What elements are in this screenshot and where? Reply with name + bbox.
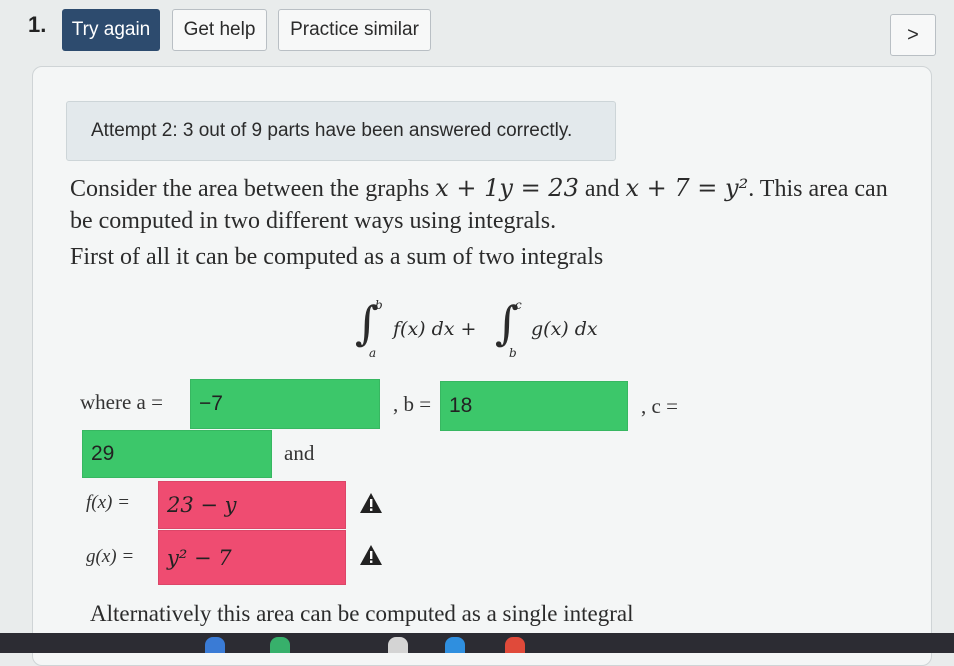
c-answer-value: 29 [91, 442, 115, 465]
a-answer-value: −7 [199, 392, 223, 415]
problem-line-2: be computed in two different ways using … [70, 208, 557, 234]
a-answer-field[interactable]: −7 [190, 379, 380, 429]
taskbar-app-icon[interactable] [270, 637, 290, 653]
g-answer-field[interactable]: y² − 7 [158, 530, 346, 585]
integral-lower-2: b [509, 346, 517, 360]
alternative-line: Alternatively this area can be computed … [90, 601, 634, 626]
taskbar-app-icon[interactable] [505, 637, 525, 653]
problem-line-3: First of all it can be computed as a sum… [70, 244, 604, 270]
integral-lower-1: a [369, 346, 377, 360]
b-label: , b = [393, 392, 432, 416]
problem-text-1b: and [578, 176, 626, 202]
get-help-button[interactable]: Get help [172, 9, 267, 51]
problem-text-1a: Consider the area between the graphs [70, 176, 436, 202]
practice-similar-button[interactable]: Practice similar [278, 9, 431, 51]
g-label: g(x) = [86, 546, 135, 567]
next-question-button[interactable]: > [890, 14, 936, 56]
b-answer-field[interactable]: 18 [440, 381, 628, 431]
g-warning-icon [360, 545, 382, 565]
integral-expression: ∫ b a f(x) dx + ∫ c b g(x) dx [355, 296, 615, 364]
integrand-2: g(x) dx [531, 318, 598, 340]
g-answer-value: y² − 7 [167, 545, 232, 570]
question-number: 1. [28, 12, 47, 37]
attempt-status-banner: Attempt 2: 3 out of 9 parts have been an… [66, 101, 616, 161]
and-label: and [284, 441, 315, 465]
taskbar [0, 633, 954, 653]
integrand-1: f(x) dx + [393, 318, 477, 340]
f-answer-field[interactable]: 23 − y [158, 481, 346, 529]
integral-upper-1: b [375, 298, 383, 312]
f-warning-icon [360, 493, 382, 513]
c-label: , c = [641, 394, 678, 418]
c-answer-field[interactable]: 29 [82, 430, 272, 478]
equation-2: x + 7 = y² [625, 174, 749, 202]
f-label: f(x) = [86, 492, 130, 513]
taskbar-app-icon[interactable] [445, 637, 465, 653]
f-answer-value: 23 − y [167, 493, 237, 517]
try-again-button[interactable]: Try again [62, 9, 160, 51]
b-answer-value: 18 [449, 394, 473, 417]
problem-text-1c: . This area can [748, 176, 888, 202]
where-a-label: where a = [80, 390, 163, 414]
equation-1: x + 1y = 23 [435, 174, 579, 202]
integral-upper-2: c [515, 298, 522, 312]
problem-line-1: Consider the area between the graphs x +… [70, 174, 888, 203]
attempt-message: Attempt 2: 3 out of 9 parts have been an… [91, 120, 573, 141]
taskbar-app-icon[interactable] [388, 637, 408, 653]
taskbar-app-icon[interactable] [205, 637, 225, 653]
